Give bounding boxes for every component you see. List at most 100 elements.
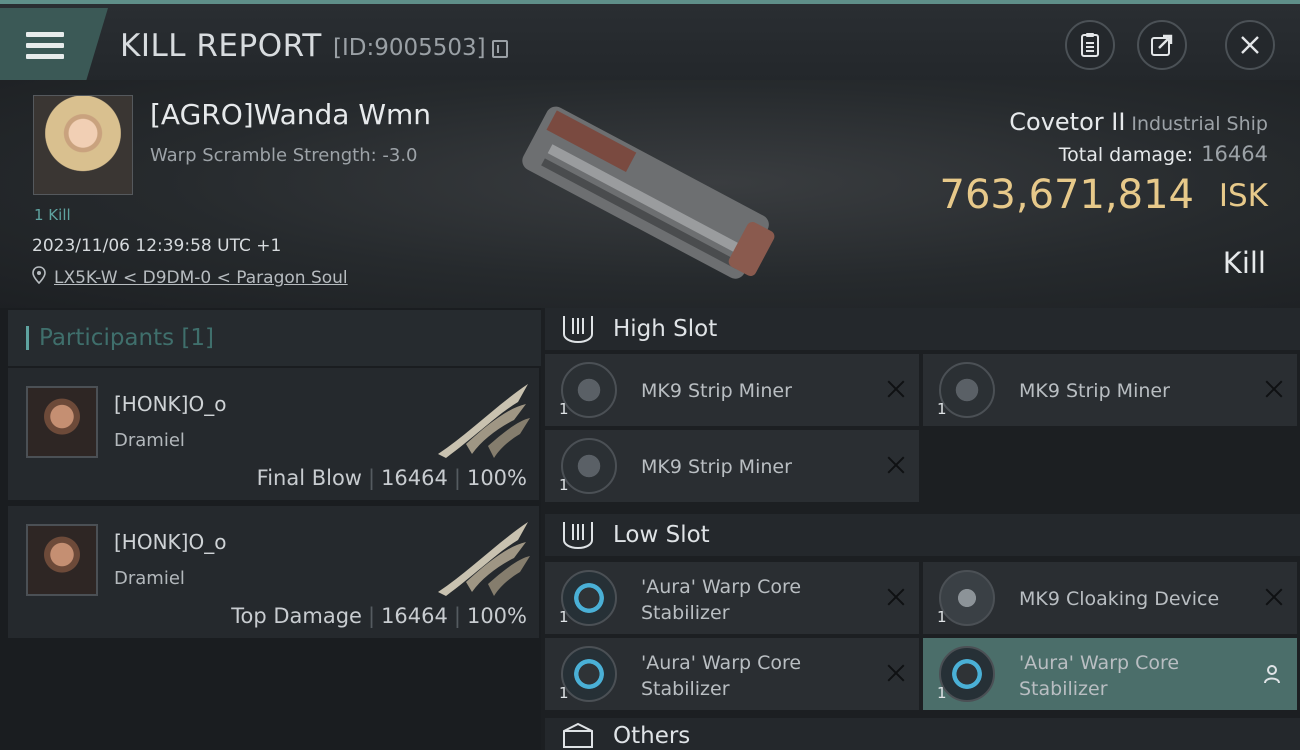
participant-damage: 16464	[381, 604, 448, 628]
high-slot-header: High Slot	[545, 308, 1300, 350]
strip-miner-icon	[939, 362, 995, 418]
isk-unit: ISK	[1218, 178, 1268, 214]
module-name: 'Aura' Warp Core Stabilizer	[641, 652, 802, 700]
top-bar: KILL REPORT [ID:9005503]	[0, 0, 1300, 80]
module-quantity: 1	[937, 684, 947, 702]
divider: |	[367, 466, 376, 490]
participant-percent: 100%	[466, 466, 527, 490]
location-pin-icon	[32, 266, 46, 284]
destroyed-icon	[887, 380, 905, 398]
participant-ship-icon	[438, 384, 530, 458]
menu-button[interactable]	[0, 8, 108, 80]
low-slot-label: Low Slot	[613, 522, 710, 548]
participant-avatar[interactable]	[26, 524, 98, 596]
divider: |	[453, 604, 461, 628]
participant-ship: Dramiel	[114, 430, 185, 451]
strip-miner-icon	[561, 362, 617, 418]
kill-location-link[interactable]: LX5K-W < D9DM-0 < Paragon Soul	[54, 268, 348, 288]
high-slot-icon	[563, 316, 593, 344]
module-quantity: 1	[559, 684, 569, 702]
module-name: MK9 Strip Miner	[641, 456, 792, 478]
victim-kill-count: 1 Kill	[34, 206, 71, 224]
module-item[interactable]: 1 MK9 Cloaking Device	[923, 562, 1297, 634]
module-quantity: 1	[559, 476, 569, 494]
participant-card[interactable]: [HONK]O_o Dramiel Top Damage | 16464 | 100%	[8, 506, 539, 638]
victim-ship-image	[522, 106, 775, 279]
cloaking-device-icon	[939, 570, 995, 626]
module-item[interactable]: 1 MK9 Strip Miner	[545, 430, 919, 502]
participant-role: Top Damage	[231, 604, 362, 628]
others-label: Others	[613, 723, 691, 749]
dropped-person-icon	[1264, 665, 1280, 684]
kill-timestamp: 2023/11/06 12:39:58 UTC +1	[32, 236, 282, 256]
module-quantity: 1	[937, 400, 947, 418]
module-name: 'Aura' Warp Core Stabilizer	[1019, 652, 1180, 700]
destroyed-icon	[887, 456, 905, 474]
participant-ship-icon	[438, 522, 530, 596]
divider: |	[453, 466, 461, 490]
close-button[interactable]	[1225, 20, 1275, 70]
clipboard-button[interactable]	[1065, 20, 1115, 70]
ship-name: Covetor II	[1009, 108, 1126, 136]
others-header: Others	[545, 718, 1300, 750]
participant-ship: Dramiel	[114, 568, 185, 589]
module-item[interactable]: 1 MK9 Strip Miner	[923, 354, 1297, 426]
close-icon	[1241, 36, 1259, 54]
warp-core-stabilizer-icon	[561, 570, 617, 626]
ship-class: Industrial Ship	[1131, 113, 1268, 135]
divider: |	[367, 604, 376, 628]
kill-result: Kill	[1222, 246, 1266, 280]
total-damage-value: 16464	[1201, 142, 1268, 166]
module-item[interactable]: 1 MK9 Strip Miner	[545, 354, 919, 426]
participants-header: Participants [1]	[8, 310, 541, 366]
module-quantity: 1	[559, 400, 569, 418]
participant-card[interactable]: [HONK]O_o Dramiel Final Blow | 16464 | 100%	[8, 368, 539, 500]
fitting-panel: High Slot 1 MK9 Strip Miner 1 MK9 Strip …	[541, 308, 1300, 750]
low-slot-header: Low Slot	[545, 514, 1300, 556]
victim-ship[interactable]: Covetor II Industrial Ship	[1009, 108, 1268, 136]
module-quantity: 1	[937, 608, 947, 626]
destroyed-icon	[1265, 380, 1283, 398]
hamburger-menu-icon[interactable]	[26, 32, 64, 62]
participant-stats: Top Damage | 16464 | 100%	[231, 604, 527, 628]
module-item[interactable]: 1 'Aura' Warp Core Stabilizer	[545, 638, 919, 710]
participant-name: [HONK]O_o	[114, 530, 227, 554]
warp-core-stabilizer-icon	[939, 646, 995, 702]
module-name: MK9 Cloaking Device	[1019, 588, 1220, 610]
page-title: KILL REPORT	[120, 28, 322, 64]
cargo-box-icon	[563, 722, 593, 748]
participant-avatar[interactable]	[26, 386, 98, 458]
module-item-selected[interactable]: 1 'Aura' Warp Core Stabilizer	[923, 638, 1297, 710]
destroyed-icon	[1265, 588, 1283, 606]
destroyed-icon	[887, 588, 905, 606]
victim-name[interactable]: [AGRO]Wanda Wmn	[150, 98, 431, 131]
accent-bar	[26, 326, 29, 350]
isk-value: 763,671,814	[939, 172, 1194, 218]
share-button[interactable]	[1137, 20, 1187, 70]
participant-damage: 16464	[381, 466, 448, 490]
report-id: [ID:9005503]	[333, 35, 486, 61]
module-item[interactable]: 1 'Aura' Warp Core Stabilizer	[545, 562, 919, 634]
participants-heading: Participants [1]	[39, 325, 214, 351]
warp-scramble-strength: Warp Scramble Strength: -3.0	[150, 145, 418, 166]
copy-icon[interactable]	[492, 40, 508, 58]
warp-core-stabilizer-icon	[561, 646, 617, 702]
victim-avatar[interactable]	[33, 95, 133, 195]
participant-stats: Final Blow | 16464 | 100%	[257, 466, 527, 490]
participant-name: [HONK]O_o	[114, 392, 227, 416]
strip-miner-icon	[561, 438, 617, 494]
module-name: 'Aura' Warp Core Stabilizer	[641, 576, 802, 624]
high-slot-label: High Slot	[613, 316, 718, 342]
participant-percent: 100%	[466, 604, 527, 628]
module-name: MK9 Strip Miner	[641, 380, 792, 402]
participants-panel: Participants [1] [HONK]O_o Dramiel Final…	[0, 308, 541, 750]
destroyed-icon	[887, 664, 905, 682]
participant-role: Final Blow	[256, 466, 362, 490]
clipboard-icon	[1081, 33, 1099, 57]
total-damage: Total damage: 16464	[1059, 142, 1268, 166]
low-slot-icon	[563, 522, 593, 550]
module-name: MK9 Strip Miner	[1019, 380, 1170, 402]
module-quantity: 1	[559, 608, 569, 626]
share-icon	[1151, 34, 1173, 56]
total-damage-label: Total damage:	[1058, 144, 1194, 166]
